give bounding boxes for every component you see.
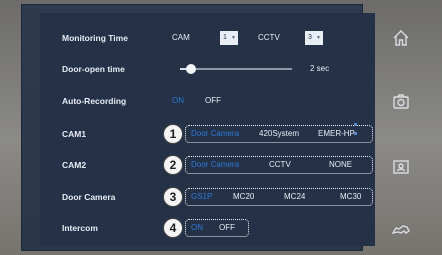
auto-recording-row: Auto-Recording ON OFF	[40, 88, 375, 114]
cctv-label: CCTV	[258, 33, 280, 42]
cam1-row: CAM1 1 Door Camera 420System EMER-HP	[40, 121, 375, 147]
callout-3-badge: 3	[163, 187, 183, 207]
cam1-label: CAM1	[62, 129, 87, 139]
intercom-device: Monitoring Time CAM 1 ▼ CCTV 3 ▼ Door-op…	[0, 0, 442, 255]
door-camera-option-mc20[interactable]: MC20	[233, 184, 254, 210]
door-camera-option-gs1p[interactable]: GS1P	[191, 184, 212, 210]
cam1-option-door-camera[interactable]: Door Camera	[191, 121, 239, 147]
cam1-option-emer-hp[interactable]: EMER-HP	[318, 121, 355, 147]
sidebar	[362, 5, 442, 250]
camera-button[interactable]	[384, 85, 418, 119]
intercom-handset-icon	[391, 225, 410, 234]
monitoring-time-row: Monitoring Time CAM 1 ▼ CCTV 3 ▼	[40, 25, 375, 51]
settings-screen: Monitoring Time CAM 1 ▼ CCTV 3 ▼ Door-op…	[22, 5, 375, 250]
cam-time-value: 1	[223, 34, 227, 41]
door-camera-option-mc30[interactable]: MC30	[340, 184, 361, 210]
auto-recording-off[interactable]: OFF	[205, 88, 221, 114]
door-open-time-row: Door-open time 2 sec	[40, 56, 375, 82]
door-camera-row: Door Camera 3 GS1P MC20 MC24 MC30	[40, 184, 375, 210]
cam-time-select[interactable]: 1 ▼	[220, 31, 238, 45]
intercom-handset-button[interactable]	[384, 213, 418, 247]
scroll-dot	[354, 123, 357, 126]
auto-recording-label: Auto-Recording	[62, 96, 127, 106]
intercom-label: Intercom	[62, 223, 98, 233]
callout-1-badge: 1	[163, 124, 183, 144]
callout-2-badge: 2	[163, 155, 183, 175]
contacts-icon	[393, 160, 409, 174]
intercom-option-off[interactable]: OFF	[219, 215, 235, 241]
cam2-option-none[interactable]: NONE	[329, 152, 352, 178]
door-open-time-value: 2 sec	[310, 64, 330, 73]
scroll-dot	[354, 132, 357, 135]
contacts-button[interactable]	[384, 150, 418, 184]
cam2-row: CAM2 2 Door Camera CCTV NONE	[40, 152, 375, 178]
intercom-option-on[interactable]: ON	[191, 215, 203, 241]
auto-recording-on[interactable]: ON	[172, 88, 184, 114]
cctv-time-select[interactable]: 3 ▼	[305, 31, 323, 45]
caret-down-icon: ▼	[316, 35, 321, 41]
door-camera-label: Door Camera	[62, 192, 116, 202]
caret-down-icon: ▼	[231, 35, 236, 41]
settings-panel: Monitoring Time CAM 1 ▼ CCTV 3 ▼ Door-op…	[40, 13, 375, 246]
callout-4-badge: 4	[163, 218, 183, 238]
intercom-row: Intercom 4 ON OFF	[40, 215, 375, 241]
cam1-option-420system[interactable]: 420System	[259, 121, 299, 147]
door-open-time-label: Door-open time	[62, 64, 125, 74]
cam-label: CAM	[172, 33, 190, 42]
door-camera-option-mc24[interactable]: MC24	[284, 184, 305, 210]
door-open-time-slider[interactable]	[180, 64, 292, 74]
cam2-label: CAM2	[62, 160, 87, 170]
cctv-time-value: 3	[308, 34, 312, 41]
camera-icon	[393, 94, 409, 109]
scroll-indicator	[354, 123, 357, 141]
cam2-option-cctv[interactable]: CCTV	[269, 152, 291, 178]
cam2-option-door-camera[interactable]: Door Camera	[191, 152, 239, 178]
home-icon	[393, 30, 409, 46]
slider-knob[interactable]	[186, 64, 197, 74]
monitoring-time-label: Monitoring Time	[62, 33, 128, 43]
home-button[interactable]	[384, 21, 418, 55]
